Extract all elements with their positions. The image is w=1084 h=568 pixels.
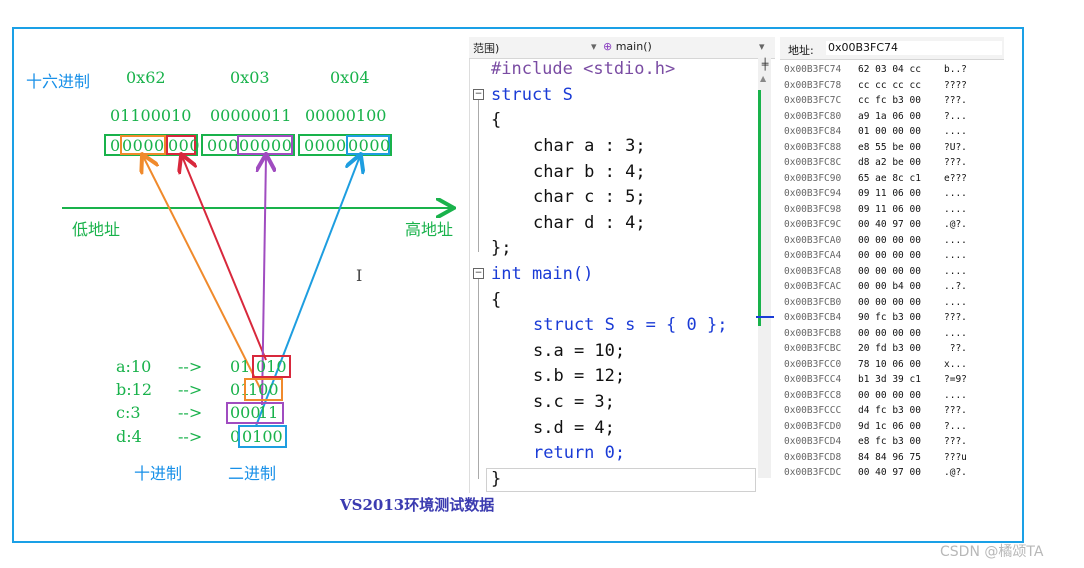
memory-row: 0x00B3FCD8 84 84 96 75 ???u bbox=[784, 451, 967, 463]
memory-row: 0x00B3FCB4 90 fc b3 00???. bbox=[784, 312, 967, 323]
address-label: 地址: bbox=[788, 44, 814, 57]
memory-row: 0x00B3FCA4 00 00 00 00.... bbox=[784, 250, 967, 261]
memory-row: 0x00B3FC74 62 03 04 cc b..? bbox=[784, 64, 967, 75]
method-icon: ⊕ bbox=[603, 40, 613, 53]
memory-row: 0x00B3FC90 65 ae 8c c1 e??? bbox=[784, 172, 967, 184]
field-a-boxed: 010 bbox=[252, 355, 291, 378]
high-address-label: 高地址 bbox=[405, 220, 454, 239]
code-return: return 0; bbox=[533, 443, 626, 463]
field-d-name: d:4 bbox=[116, 427, 142, 446]
code-line-6: char c : 5; bbox=[533, 187, 646, 207]
caption: VS2013环境测试数据 bbox=[340, 496, 495, 514]
memory-row: 0x00B3FCAC 00 00 b4 00..?. bbox=[784, 281, 967, 292]
memory-row: 0x00B3FCB8 00 00 00 00.... bbox=[784, 327, 967, 339]
field-a-arrow: --> bbox=[178, 357, 203, 376]
code-include: #include <stdio.h> bbox=[491, 59, 676, 79]
memory-row: 0x00B3FC80 a9 1a 06 00?... bbox=[784, 110, 967, 122]
memory-row: 0x00B3FCD0 9d 1c 06 00?... bbox=[784, 420, 967, 432]
code-line-12: s.a = 10; bbox=[533, 341, 626, 361]
text-cursor-icon: I bbox=[356, 266, 363, 285]
binary-label: 二进制 bbox=[228, 464, 277, 483]
outline-line-struct bbox=[478, 100, 479, 252]
memory-row: 0x00B3FCBC 20 fd b3 00 ??. bbox=[784, 343, 967, 354]
outline-line-main bbox=[478, 279, 479, 479]
memory-row: 0x00B3FC88 e8 55 be 00 ?U?. bbox=[784, 141, 967, 153]
memory-row: 0x00B3FCD4 e8 fc b3 00???. bbox=[784, 436, 967, 447]
diagram-arrows bbox=[62, 0, 470, 427]
field-b-name: b:12 bbox=[116, 380, 152, 399]
field-b-boxed: 100 bbox=[244, 378, 283, 401]
code-line-15: s.d = 4; bbox=[533, 418, 615, 438]
field-d-boxed: 0100 bbox=[238, 425, 287, 448]
code-struct-decl: struct S bbox=[491, 85, 573, 105]
code-line-11: struct S s = { 0 }; bbox=[533, 315, 727, 335]
code-line-14: s.c = 3; bbox=[533, 392, 615, 412]
field-c-boxed: 11 bbox=[258, 403, 279, 422]
csdn-watermark: CSDN @橘颂TA bbox=[940, 544, 1044, 560]
memory-row: 0x00B3FC9C 00 40 97 00 .@?. bbox=[784, 219, 967, 230]
current-line-highlight bbox=[486, 468, 756, 492]
field-d-arrow: --> bbox=[178, 427, 203, 446]
code-struct-init: struct S s = { 0 }; bbox=[533, 315, 728, 335]
memory-row: 0x00B3FCA8 00 00 00 00.... bbox=[784, 265, 967, 277]
field-a-pre: 01 bbox=[230, 357, 251, 376]
low-address-label: 低地址 bbox=[72, 220, 121, 239]
memory-row: 0x00B3FCCC d4 fc b3 00???. bbox=[784, 405, 967, 416]
code-line-16: return 0; bbox=[533, 443, 625, 463]
memory-row: 0x00B3FCB0 00 00 00 00.... bbox=[784, 296, 967, 308]
code-line-10: { bbox=[491, 290, 502, 310]
field-c-name: c:3 bbox=[116, 403, 141, 422]
memory-row: 0x00B3FCA0 00 00 00 00.... bbox=[784, 234, 967, 246]
memory-row: 0x00B3FCC8 00 00 00 00.... bbox=[784, 389, 967, 401]
memory-row: 0x00B3FCC0 78 10 06 00 x... bbox=[784, 358, 967, 370]
split-icon[interactable]: ╪ bbox=[759, 58, 771, 71]
code-line-2: struct S bbox=[491, 85, 573, 105]
collapse-struct-icon[interactable]: − bbox=[473, 89, 484, 100]
code-line-8: }; bbox=[491, 238, 512, 258]
memory-row: 0x00B3FCDC 00 40 97 00 .@?. bbox=[784, 467, 967, 478]
function-dropdown-label: main() bbox=[615, 40, 652, 53]
collapse-main-icon[interactable]: − bbox=[473, 268, 484, 279]
chevron-down-icon: ▾ bbox=[591, 40, 597, 53]
code-line-13: s.b = 12; bbox=[533, 366, 626, 386]
scope-dropdown-label: 范围) bbox=[473, 42, 500, 55]
scroll-up-icon[interactable]: ▲ bbox=[760, 74, 766, 83]
memory-row: 0x00B3FC84 01 00 00 00.... bbox=[784, 126, 967, 137]
memory-row: 0x00B3FC7C cc fc b3 00???. bbox=[784, 95, 967, 106]
memory-row: 0x00B3FC8C d8 a2 be 00???. bbox=[784, 157, 967, 168]
code-line-5: char b : 4; bbox=[533, 162, 646, 182]
decimal-label: 十进制 bbox=[134, 464, 183, 483]
code-main-decl: int main() bbox=[491, 264, 594, 284]
code-line-7: char d : 4; bbox=[533, 213, 646, 233]
field-a-name: a:10 bbox=[116, 357, 152, 376]
code-line-9: int main() bbox=[491, 264, 593, 284]
memory-row: 0x00B3FC78 cc cc cc cc???? bbox=[784, 79, 967, 91]
field-b-arrow: --> bbox=[178, 380, 203, 399]
code-line-1: #include <stdio.h> bbox=[491, 59, 675, 79]
memory-address-bar: 地址: 0x00B3FC74 bbox=[780, 37, 1004, 60]
editor-navbar: 范围) ▾ ⊕ main() ▾ bbox=[469, 37, 775, 59]
memory-row: 0x00B3FC94 09 11 06 00.... bbox=[784, 188, 967, 199]
memory-row: 0x00B3FCC4 b1 3d 39 c1 ?=9? bbox=[784, 374, 967, 385]
field-c-arrow: --> bbox=[178, 403, 203, 422]
code-line-4: char a : 3; bbox=[533, 136, 646, 156]
address-input[interactable]: 0x00B3FC74 bbox=[826, 41, 1002, 55]
function-dropdown[interactable]: ⊕ main() ▾ bbox=[603, 40, 771, 53]
chevron-down-icon: ▾ bbox=[759, 40, 765, 53]
change-marker bbox=[758, 90, 761, 326]
code-line-3: { bbox=[491, 110, 502, 130]
scroll-position-marker bbox=[756, 316, 774, 318]
memory-row: 0x00B3FC98 09 11 06 00.... bbox=[784, 203, 967, 215]
scope-dropdown[interactable]: 范围) ▾ bbox=[473, 40, 599, 56]
